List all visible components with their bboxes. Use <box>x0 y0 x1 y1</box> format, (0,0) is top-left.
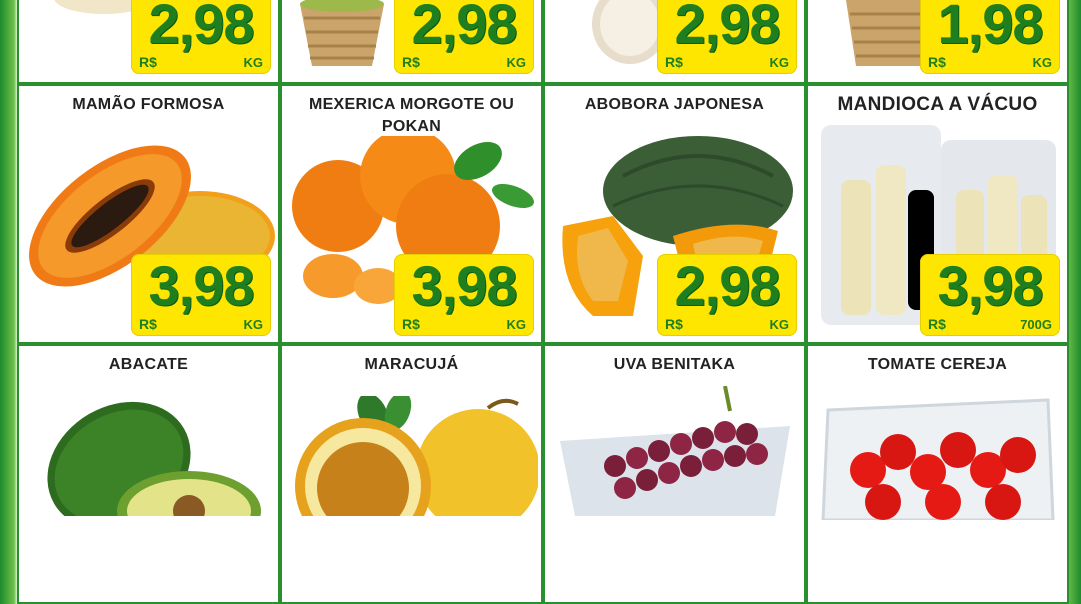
product-name: TOMATE CEREJA <box>867 356 1008 373</box>
price-unit: 700G <box>1020 317 1052 332</box>
price-unit: KG <box>243 317 264 332</box>
grape-box-image <box>560 386 790 516</box>
price-tag: 2,98 R$ KG <box>394 0 534 74</box>
price-unit: KG <box>506 55 527 70</box>
price-tag: 2,98 R$ KG <box>657 254 797 336</box>
price-currency: R$ <box>402 54 420 70</box>
price-unit: KG <box>769 55 790 70</box>
price-unit: KG <box>243 55 264 70</box>
price-tag: 3,98 R$ 700G <box>920 254 1060 336</box>
product-card: MAMÃO FORMOSA 3,98 R$ KG <box>17 84 280 344</box>
product-card: ABACATE <box>17 344 280 604</box>
product-card: ABOBORA JAPONESA 2,98 R$ KG <box>543 84 806 344</box>
basket-image <box>300 0 384 66</box>
product-name: MAMÃO FORMOSA <box>72 96 225 113</box>
product-name: ABACATE <box>108 356 189 373</box>
product-name: MANDIOCA A VÁCUO <box>837 94 1038 115</box>
price-value: 2,98 <box>674 0 781 55</box>
product-card: 1,98 R$ KG <box>806 0 1069 84</box>
product-card: MANDIOCA A VÁCUO 3,98 R$ 700G <box>806 84 1069 344</box>
product-grid: 2,98 R$ KG 2,98 R$ KG 2,98 R$ KG 1,98 R$… <box>17 0 1069 604</box>
product-card: UVA BENITAKA <box>543 344 806 604</box>
price-value: 2,98 <box>148 0 255 55</box>
product-name: MARACUJÁ <box>364 356 459 373</box>
price-tag: 3,98 R$ KG <box>394 254 534 336</box>
product-name: ABOBORA JAPONESA <box>584 96 765 113</box>
product-card: 2,98 R$ KG <box>543 0 806 84</box>
price-tag: 2,98 R$ KG <box>657 0 797 74</box>
product-name: MEXERICA MORGOTE OU POKAN <box>308 96 515 135</box>
product-card: TOMATE CEREJA <box>806 344 1069 604</box>
price-tag: 3,98 R$ KG <box>131 254 271 336</box>
product-card: 2,98 R$ KG <box>17 0 280 84</box>
price-currency: R$ <box>139 54 157 70</box>
price-value: 3,98 <box>411 254 518 317</box>
price-tag: 2,98 R$ KG <box>131 0 271 74</box>
price-value: 2,98 <box>674 254 781 317</box>
price-unit: KG <box>1032 55 1053 70</box>
price-tag: 1,98 R$ KG <box>920 0 1060 74</box>
price-value: 3,98 <box>937 254 1044 317</box>
price-unit: KG <box>769 317 790 332</box>
price-value: 1,98 <box>937 0 1044 55</box>
price-currency: R$ <box>139 316 157 332</box>
price-value: 3,98 <box>148 254 255 317</box>
product-card: MEXERICA MORGOTE OU POKAN 3,98 R$ KG <box>280 84 543 344</box>
price-currency: R$ <box>928 316 946 332</box>
price-unit: KG <box>506 317 527 332</box>
cherry-tomato-box-image <box>821 398 1055 520</box>
product-name: UVA BENITAKA <box>613 356 736 373</box>
avocado-image <box>47 401 261 516</box>
price-currency: R$ <box>665 316 683 332</box>
product-card: MARACUJÁ <box>280 344 543 604</box>
price-value: 2,98 <box>411 0 518 55</box>
passion-fruit-image <box>295 396 538 516</box>
price-currency: R$ <box>928 54 946 70</box>
price-currency: R$ <box>665 54 683 70</box>
price-currency: R$ <box>402 316 420 332</box>
product-card: 2,98 R$ KG <box>280 0 543 84</box>
